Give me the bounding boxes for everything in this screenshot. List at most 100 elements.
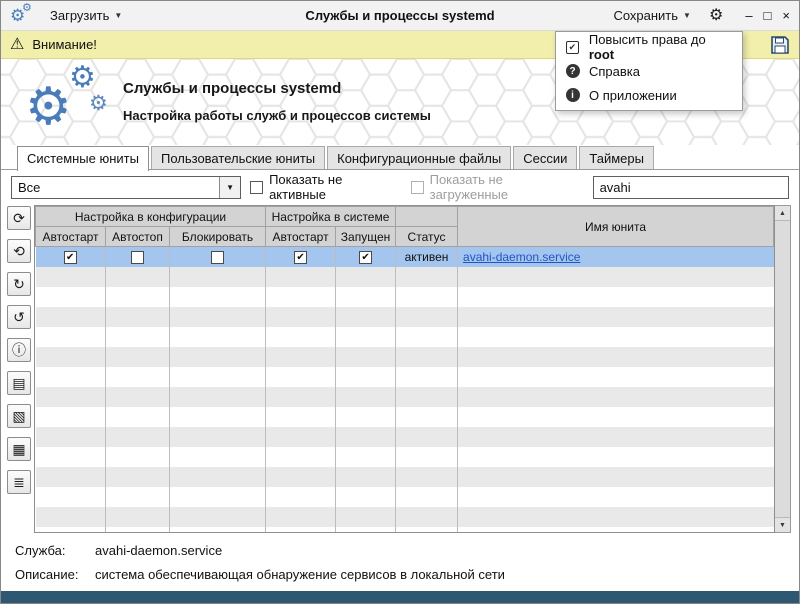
help-question-icon: ? (565, 64, 580, 78)
show-inactive-label: Показать не активные (269, 172, 402, 202)
close-button[interactable]: × (782, 8, 790, 23)
daemon-reload-icon: ⟲ (13, 244, 25, 258)
info-button[interactable]: ⓘ (7, 338, 31, 362)
unit-row-selected[interactable]: ✔ ✔ ✔ активен avahi-daemon.service (36, 247, 774, 267)
table-row-empty (36, 307, 774, 327)
column-header-running: Запущен (336, 227, 396, 247)
menu-item-elevate-root[interactable]: ✔ Повысить права до root (556, 35, 742, 59)
vertical-scrollbar[interactable]: ▲ ▼ (775, 205, 791, 533)
side-toolbar: ⟳ ⟲ ↻ ↺ ⓘ ▤ ▧ ▦ ≣ (7, 205, 31, 533)
column-header-autostop-config: Автостоп (106, 227, 170, 247)
scroll-thumb[interactable] (775, 221, 790, 517)
table-row-empty (36, 387, 774, 407)
window-controls: – □ × (745, 8, 790, 23)
tab-sessions[interactable]: Сессии (513, 146, 577, 170)
group-header-system: Настройка в системе (266, 207, 396, 227)
unit-name-link[interactable]: avahi-daemon.service (463, 250, 580, 264)
settings-gear-button[interactable]: ⚙ (707, 8, 725, 24)
app-window: ⚙ ⚙ Загрузить ▼ Службы и процессы system… (0, 0, 800, 604)
combobox-value: Все (12, 177, 219, 198)
maximize-button[interactable]: □ (764, 8, 772, 23)
block-config-checkbox[interactable] (211, 251, 224, 264)
restart-button[interactable]: ↻ (7, 272, 31, 296)
floppy-icon (770, 35, 790, 55)
load-menu-label: Загрузить (50, 8, 109, 23)
journal-icon: ▦ (12, 442, 25, 456)
warning-icon: ⚠ (10, 37, 24, 53)
show-unloaded-checkbox: Показать не загруженные (411, 172, 584, 202)
description-label: Описание: (15, 567, 95, 582)
scroll-up-button[interactable]: ▲ (775, 206, 790, 221)
tab-config-files[interactable]: Конфигурационные файлы (327, 146, 511, 170)
table-row-empty (36, 367, 774, 387)
settings-menu: ✔ Повысить права до root ? Справка i О п… (555, 31, 743, 111)
info-icon: ⓘ (12, 343, 26, 357)
table-row-empty (36, 487, 774, 507)
titlebar: ⚙ ⚙ Загрузить ▼ Службы и процессы system… (1, 1, 799, 31)
table-header: Настройка в конфигурации Настройка в сис… (36, 207, 774, 247)
gear-icon: ⚙ (69, 63, 96, 93)
chevron-down-icon[interactable]: ▼ (219, 177, 240, 198)
elevate-check-icon: ✔ (565, 41, 580, 54)
show-unloaded-label: Показать не загруженные (430, 172, 584, 202)
bottom-status-strip (1, 591, 799, 603)
revert-button[interactable]: ↺ (7, 305, 31, 329)
banner-subtitle: Настройка работы служб и процессов систе… (123, 108, 431, 123)
autostart-config-checkbox[interactable]: ✔ (64, 251, 77, 264)
details-panel: Служба: avahi-daemon.service Описание: с… (1, 533, 799, 591)
tab-system-units[interactable]: Системные юниты (17, 146, 149, 171)
main-area: ⟳ ⟲ ↻ ↺ ⓘ ▤ ▧ ▦ ≣ Настройка в конфигурац… (1, 204, 799, 533)
scroll-down-button[interactable]: ▼ (775, 517, 790, 532)
autostart-system-checkbox[interactable]: ✔ (294, 251, 307, 264)
edit-unit-icon: ▧ (12, 409, 25, 423)
menu-item-help[interactable]: ? Справка (556, 59, 742, 83)
save-menu-label: Сохранить (613, 8, 678, 23)
show-inactive-checkbox[interactable]: Показать не активные (250, 172, 402, 202)
daemon-reload-button[interactable]: ⟲ (7, 239, 31, 263)
unit-search-input[interactable] (593, 176, 789, 199)
group-header-config: Настройка в конфигурации (36, 207, 266, 227)
column-header-autostart-system: Автостарт (266, 227, 336, 247)
tab-timers[interactable]: Таймеры (579, 146, 654, 170)
service-value: avahi-daemon.service (95, 543, 222, 558)
revert-icon: ↺ (13, 310, 25, 324)
banner-text: Службы и процессы systemd Настройка рабо… (123, 80, 431, 123)
gear-icon: ⚙ (89, 93, 108, 114)
table-row-empty (36, 427, 774, 447)
refresh-button[interactable]: ⟳ (7, 206, 31, 230)
gear-icon: ⚙ (22, 3, 32, 14)
units-table-body: ✔ ✔ ✔ активен avahi-daemon.service (36, 247, 774, 534)
checkbox-box[interactable] (250, 181, 263, 194)
warning-text: Внимание! (32, 37, 97, 52)
autostop-config-checkbox[interactable] (131, 251, 144, 264)
status-cell: активен (396, 247, 458, 267)
tab-user-units[interactable]: Пользовательские юниты (151, 146, 325, 170)
dependencies-icon: ≣ (13, 475, 25, 489)
filter-bar: Все ▼ Показать не активные Показать не з… (1, 170, 799, 204)
table-row-empty (36, 327, 774, 347)
menu-item-about[interactable]: i О приложении (556, 83, 742, 107)
dependencies-button[interactable]: ≣ (7, 470, 31, 494)
banner-title: Службы и процессы systemd (123, 80, 431, 97)
app-gears-icon: ⚙ ⚙ (10, 5, 34, 27)
app-logo-gears: ⚙ ⚙ ⚙ (25, 61, 119, 143)
save-floppy-button[interactable] (770, 35, 790, 55)
minimize-button[interactable]: – (745, 8, 752, 23)
edit-unit-button[interactable]: ▧ (7, 404, 31, 428)
unit-file-button[interactable]: ▤ (7, 371, 31, 395)
save-menu-button[interactable]: Сохранить ▼ (609, 5, 695, 26)
column-header-status: Статус (396, 227, 458, 247)
menu-item-about-label: О приложении (589, 88, 677, 103)
column-header-autostart-config: Автостарт (36, 227, 106, 247)
load-menu-button[interactable]: Загрузить ▼ (46, 5, 126, 26)
menu-item-help-label: Справка (589, 64, 640, 79)
column-header-block-config: Блокировать (170, 227, 266, 247)
chevron-down-icon: ▼ (114, 11, 122, 20)
service-label: Служба: (15, 543, 95, 558)
running-checkbox[interactable]: ✔ (359, 251, 372, 264)
menu-item-elevate-label: Повысить права до root (589, 32, 733, 62)
table-row-empty (36, 347, 774, 367)
journal-button[interactable]: ▦ (7, 437, 31, 461)
checkbox-box (411, 181, 424, 194)
unit-filter-combobox[interactable]: Все ▼ (11, 176, 241, 199)
